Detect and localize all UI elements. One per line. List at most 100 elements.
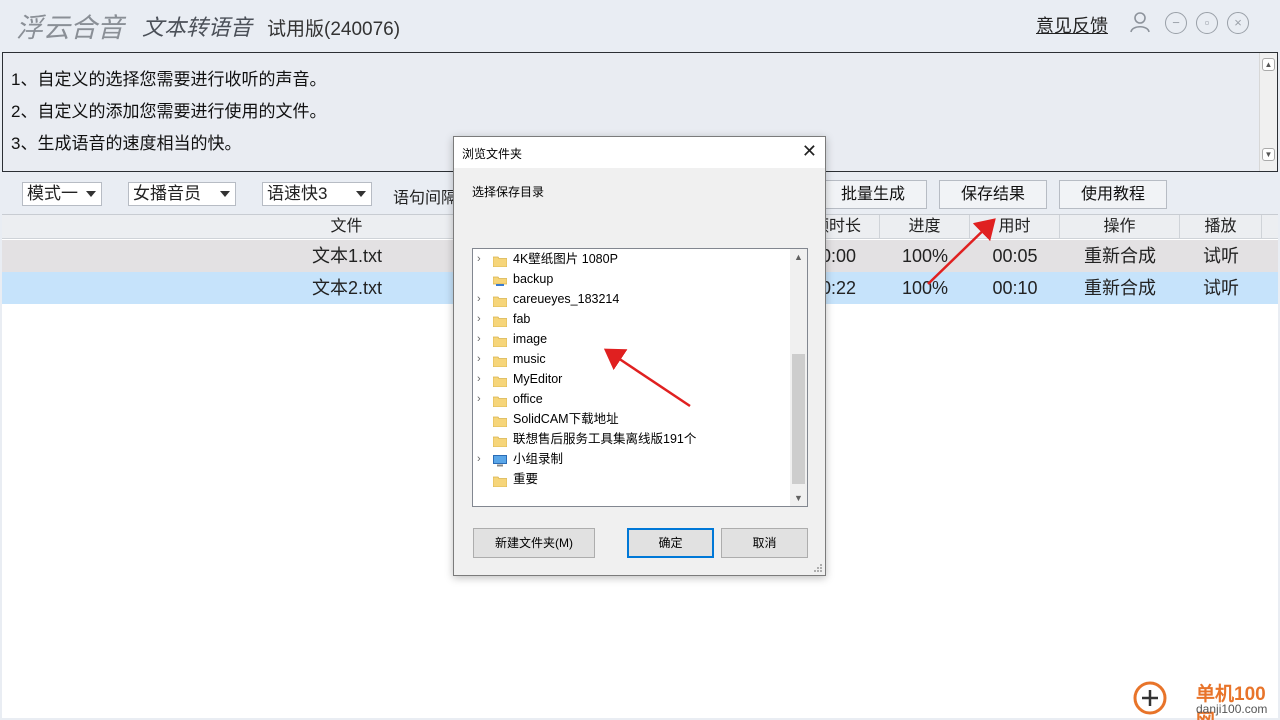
network-folder-icon xyxy=(492,273,508,286)
tutorial-button[interactable]: 使用教程 xyxy=(1059,180,1167,209)
folder-name: backup xyxy=(513,272,554,286)
app-subtitle: 文本转语音 xyxy=(142,15,253,40)
folder-icon xyxy=(492,373,508,388)
save-result-button[interactable]: 保存结果 xyxy=(939,180,1047,209)
browse-folder-dialog: 浏览文件夹 ✕ 选择保存目录 › 4K壁纸图片 1080P backup › careu… xyxy=(453,136,826,576)
chevron-right-icon[interactable]: › xyxy=(477,309,481,329)
folder-icon xyxy=(492,333,508,348)
watermark: 单机100网 danji100.com xyxy=(1130,678,1280,720)
folder-tree-item[interactable]: › music xyxy=(473,349,791,369)
tree-scrollbar[interactable]: ▲ ▼ xyxy=(790,249,807,506)
cell-progress: 100% xyxy=(901,246,949,266)
folder-tree-item[interactable]: › fab xyxy=(473,309,791,329)
folder-name: image xyxy=(513,332,548,346)
chevron-right-icon[interactable]: › xyxy=(477,389,481,409)
folder-tree-item[interactable]: › careueyes_183214 xyxy=(473,289,791,309)
description-line: 2、自定义的添加您需要进行使用的文件。 xyxy=(11,102,327,121)
folder-tree[interactable]: › 4K壁纸图片 1080P backup › careueyes_183214 › fab… xyxy=(472,248,808,507)
dialog-title: 浏览文件夹 xyxy=(462,147,523,161)
chevron-down-icon xyxy=(220,191,230,197)
scrollbar-thumb[interactable] xyxy=(792,354,805,484)
chevron-right-icon[interactable]: › xyxy=(477,349,481,369)
chevron-down-icon xyxy=(86,191,96,197)
scroll-up-icon[interactable]: ▲ xyxy=(790,249,807,265)
title-bar: 浮云合音 文本转语音 试用版(240076) 意见反馈 − ▫ × xyxy=(0,0,1280,50)
folder-icon xyxy=(492,313,508,328)
folder-icon xyxy=(492,433,508,448)
edition-label: 试用版(240076) xyxy=(267,19,401,40)
folder-name: music xyxy=(513,352,546,366)
description-line: 3、生成语音的速度相当的快。 xyxy=(11,134,242,153)
mode-select-value: 模式一 xyxy=(27,184,78,203)
chevron-right-icon[interactable]: › xyxy=(477,329,481,349)
scroll-down-icon[interactable]: ▼ xyxy=(1262,148,1275,161)
chevron-right-icon[interactable]: › xyxy=(477,369,481,389)
folder-icon xyxy=(492,473,508,488)
watermark-logo-icon xyxy=(1133,681,1167,715)
close-icon[interactable]: ✕ xyxy=(802,141,817,162)
voice-select-value: 女播音员 xyxy=(133,184,201,203)
new-folder-button[interactable]: 新建文件夹(M) xyxy=(473,528,595,558)
folder-tree-item[interactable]: › 4K壁纸图片 1080P xyxy=(473,249,791,269)
folder-tree-item[interactable]: 重要 xyxy=(473,469,791,489)
folder-icon xyxy=(492,293,508,308)
folder-name: careueyes_183214 xyxy=(513,292,620,306)
column-play[interactable]: 播放 xyxy=(1180,215,1262,239)
ok-button[interactable]: 确定 xyxy=(627,528,714,558)
chevron-down-icon xyxy=(356,191,366,197)
restore-icon[interactable]: ▫ xyxy=(1196,12,1218,34)
user-icon[interactable] xyxy=(1128,10,1152,34)
folder-name: fab xyxy=(513,312,531,326)
resynthesize-link[interactable]: 重新合成 xyxy=(1060,240,1180,272)
chevron-right-icon[interactable]: › xyxy=(477,289,481,309)
folder-tree-item[interactable]: SolidCAM下载地址 xyxy=(473,409,791,429)
folder-icon xyxy=(492,413,508,428)
chevron-right-icon[interactable]: › xyxy=(477,449,481,469)
folder-name: 4K壁纸图片 1080P xyxy=(513,252,618,266)
folder-name: 联想售后服务工具集离线版191个 xyxy=(513,432,697,446)
app-brand: 浮云合音 xyxy=(16,13,124,44)
folder-icon xyxy=(492,393,508,408)
dialog-title-bar[interactable]: 浏览文件夹 ✕ xyxy=(454,137,825,168)
cell-progress: 100% xyxy=(901,278,949,298)
watermark-url: danji100.com xyxy=(1196,702,1268,716)
dialog-prompt: 选择保存目录 xyxy=(472,185,545,199)
folder-name: 小组录制 xyxy=(513,452,564,466)
cell-time-used: 00:05 xyxy=(992,246,1038,266)
interval-label: 语句间隔 xyxy=(393,190,458,207)
chevron-right-icon[interactable]: › xyxy=(477,249,481,269)
folder-tree-item[interactable]: 联想售后服务工具集离线版191个 xyxy=(473,429,791,449)
folder-tree-item[interactable]: backup xyxy=(473,269,791,289)
cancel-button[interactable]: 取消 xyxy=(721,528,808,558)
minimize-icon[interactable]: − xyxy=(1165,12,1187,34)
folder-name: office xyxy=(513,392,543,406)
preview-link[interactable]: 试听 xyxy=(1180,272,1262,304)
folder-tree-item[interactable]: › office xyxy=(473,389,791,409)
resynthesize-link[interactable]: 重新合成 xyxy=(1060,272,1180,304)
description-line: 1、自定义的选择您需要进行收听的声音。 xyxy=(11,70,327,89)
folder-icon xyxy=(492,253,508,268)
speed-select[interactable]: 语速快3 xyxy=(262,182,372,206)
folder-name: SolidCAM下载地址 xyxy=(513,412,619,426)
voice-select[interactable]: 女播音员 xyxy=(128,182,236,206)
folder-name: MyEditor xyxy=(513,372,563,386)
column-time-used[interactable]: 用时 xyxy=(970,215,1060,239)
folder-tree-item[interactable]: › MyEditor xyxy=(473,369,791,389)
column-action[interactable]: 操作 xyxy=(1060,215,1180,239)
scroll-down-icon[interactable]: ▼ xyxy=(790,490,807,506)
close-icon[interactable]: × xyxy=(1227,12,1249,34)
feedback-link[interactable]: 意见反馈 xyxy=(1036,12,1108,38)
cell-time-used: 00:10 xyxy=(992,278,1038,298)
folder-tree-item[interactable]: › 小组录制 xyxy=(473,449,791,469)
mode-select[interactable]: 模式一 xyxy=(22,182,102,206)
preview-link[interactable]: 试听 xyxy=(1180,240,1262,272)
resize-grip-icon[interactable] xyxy=(813,563,823,573)
folder-tree-item[interactable]: › image xyxy=(473,329,791,349)
speed-select-value: 语速快3 xyxy=(267,184,328,203)
batch-generate-button[interactable]: 批量生成 xyxy=(819,180,927,209)
description-scrollbar[interactable]: ▲ ▼ xyxy=(1259,53,1277,171)
folder-name: 重要 xyxy=(513,472,539,486)
computer-icon xyxy=(493,453,507,467)
column-progress[interactable]: 进度 xyxy=(880,215,970,239)
scroll-up-icon[interactable]: ▲ xyxy=(1262,58,1275,71)
